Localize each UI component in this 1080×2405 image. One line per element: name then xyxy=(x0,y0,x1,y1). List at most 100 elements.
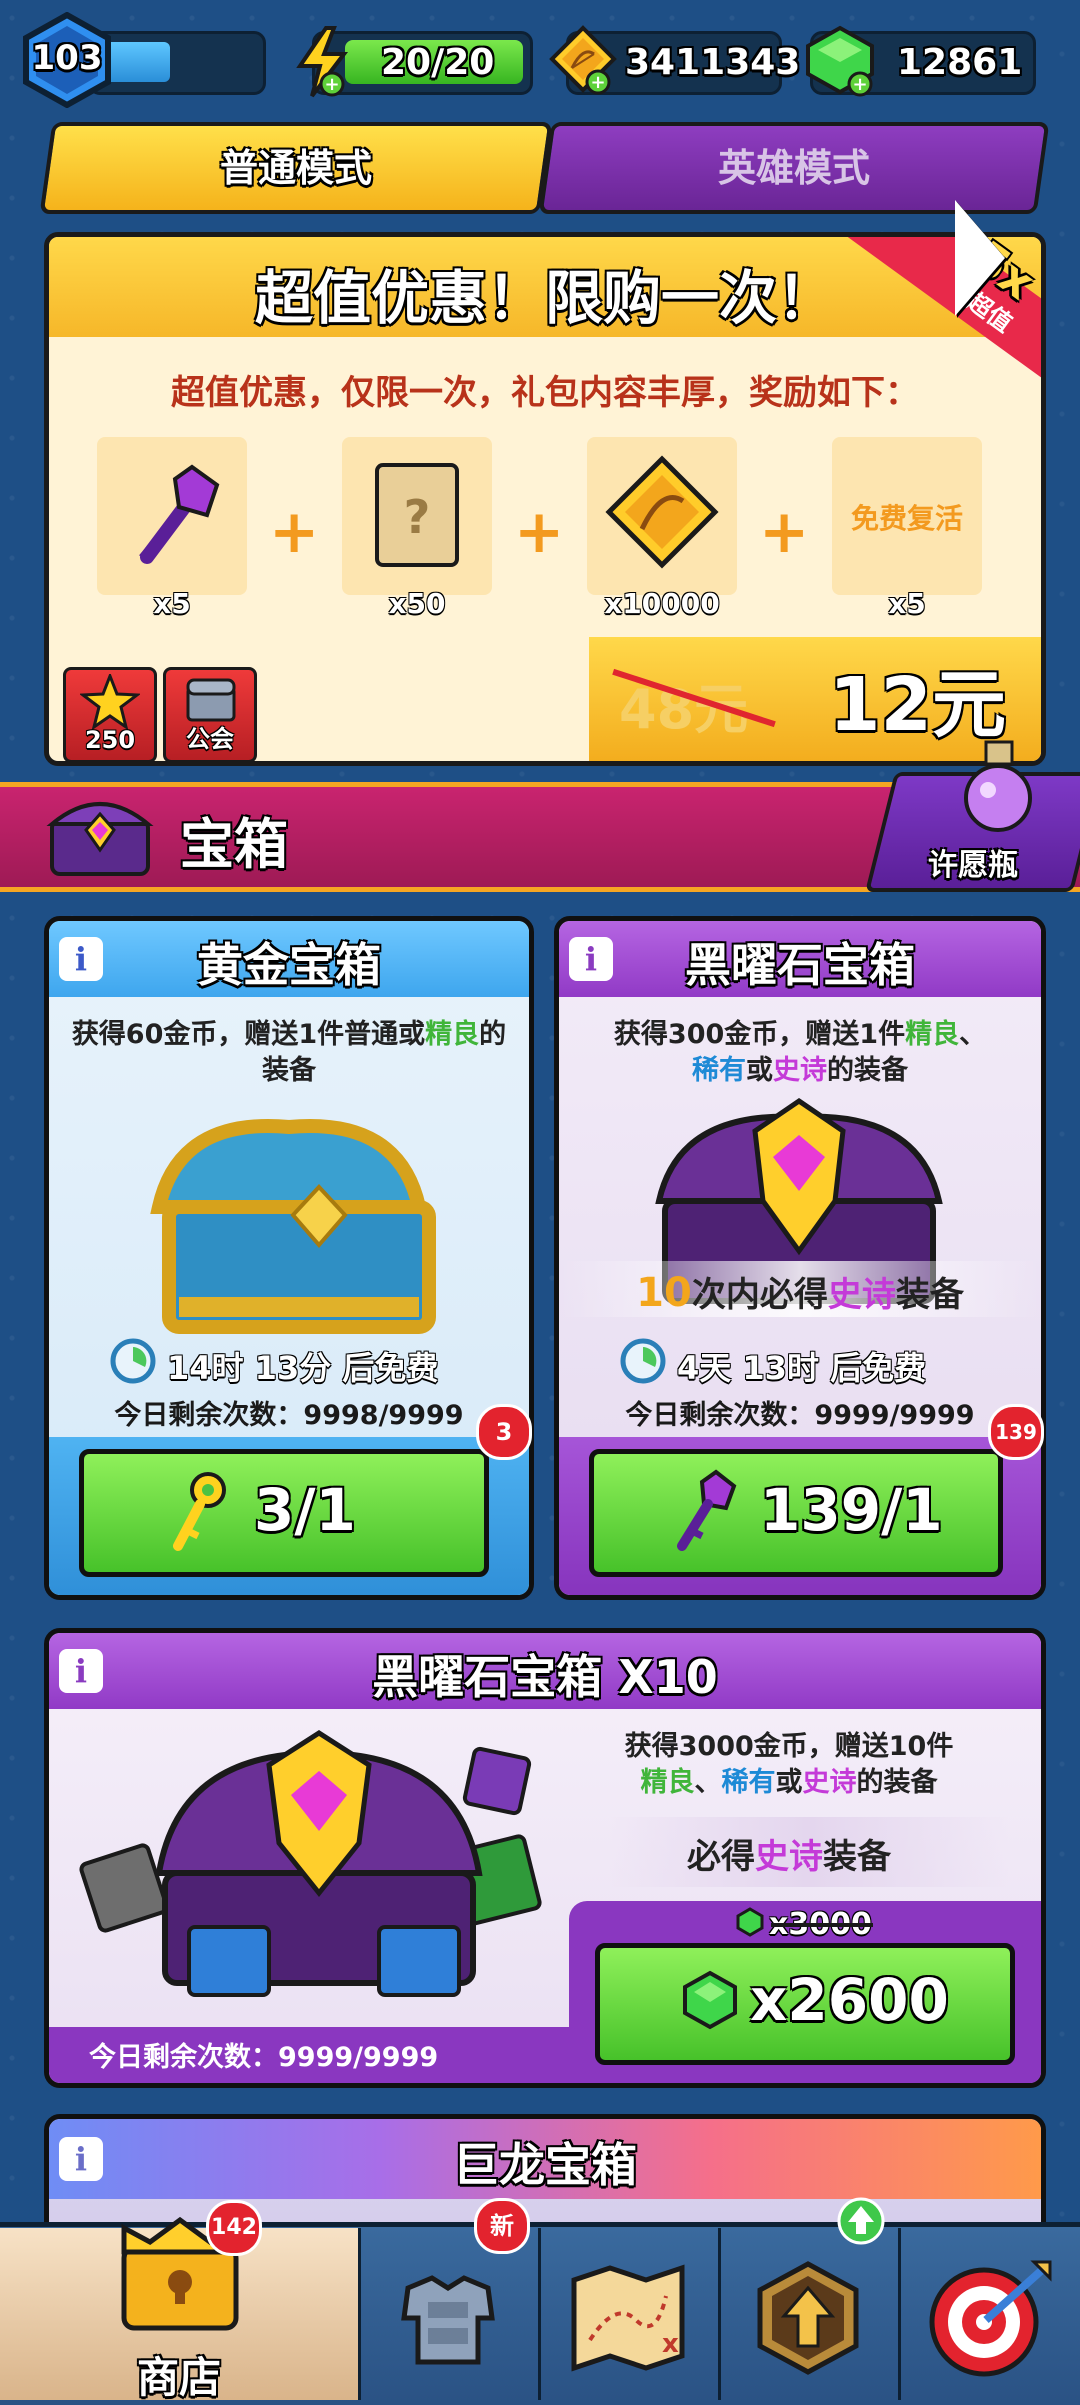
badge-guild-label: 公会 xyxy=(186,725,234,753)
obsidian-x10-title: 黑曜石宝箱 X10 xyxy=(372,1650,718,1704)
bow-coin-icon: + xyxy=(549,25,617,95)
energy-value: 20/20 xyxy=(381,42,495,83)
offer-item-qty: x50 xyxy=(388,587,446,620)
offer-item-revive[interactable]: 免费复活 xyxy=(832,437,982,595)
svg-text:x: x xyxy=(662,2329,679,2359)
clock-icon xyxy=(620,1338,666,1384)
offer-item-key[interactable] xyxy=(97,437,247,595)
desc-quality-green: 精良 xyxy=(425,1019,480,1050)
wish-bottle-label: 许愿瓶 xyxy=(928,848,1018,883)
gem-value: 12861 xyxy=(897,42,1023,83)
revive-icon: 免费复活 xyxy=(850,502,963,535)
gem-icon xyxy=(683,1970,737,2030)
shop-badge: 142 xyxy=(206,2200,262,2256)
desc-text: 获得300金币，赠送1件 xyxy=(613,1019,906,1050)
desc-quality-purple: 史诗 xyxy=(773,1055,827,1086)
desc-text: 、 xyxy=(694,1767,722,1798)
limited-offer-card[interactable]: 超值优惠！限购一次！ 5x 超值 超值优惠，仅限一次，礼包内容丰厚，奖励如下： … xyxy=(44,232,1046,766)
gold-chest-button-label: 3/1 xyxy=(254,1476,356,1544)
obsidian-x10-price: x2600 xyxy=(750,1966,949,2034)
svg-text:?: ? xyxy=(404,490,431,544)
coin-value: 3411343 xyxy=(625,42,801,83)
obsidian-x10-guarantee: 必得史诗装备 xyxy=(569,1829,1009,1878)
gold-key-icon xyxy=(173,1472,226,1551)
badge-guild: 公会 xyxy=(163,667,257,761)
plus-icon: + xyxy=(759,497,810,567)
wish-bottle-icon xyxy=(964,740,1032,832)
gold-chest-card[interactable]: i 黄金宝箱 获得60金币，赠送1件普通或精良的装备 14时 13分 后免费 今… xyxy=(44,916,534,1600)
purple-key-icon xyxy=(139,464,220,564)
obsidian-chest-timer: 4天 13时 后免费 xyxy=(677,1349,927,1387)
desc-text: 获得3000金币，赠送10件 xyxy=(624,1731,954,1762)
desc-text: 获得60金币，赠送1件普通或 xyxy=(71,1019,426,1050)
target-icon xyxy=(929,2260,1052,2377)
nav-map[interactable]: x xyxy=(538,2228,721,2400)
desc-text: 的装备 xyxy=(856,1767,938,1798)
obsidian-x10-buy-button[interactable]: x2600 xyxy=(595,1943,1015,2065)
armor-new-badge: 新 xyxy=(474,2198,530,2254)
nav-armor[interactable] xyxy=(358,2228,541,2400)
tab-normal-mode[interactable]: 普通模式 xyxy=(39,122,553,214)
clock-icon xyxy=(110,1338,156,1384)
guarantee-text: 装备 xyxy=(823,1837,891,1877)
obsidian-chest-badge: 139 xyxy=(988,1404,1044,1460)
armor-icon xyxy=(401,2275,495,2365)
xp-bar-fill xyxy=(103,42,170,82)
obsidian-chest-description: 获得300金币，赠送1件精良、 稀有或史诗的装备 xyxy=(575,1017,1025,1089)
obsidian-x10-chest-icon xyxy=(79,1730,542,1997)
svg-text:+: + xyxy=(852,74,867,95)
nav-target[interactable] xyxy=(898,2228,1080,2400)
guarantee-text: 次内必得 xyxy=(691,1275,828,1315)
obsidian-chest-button-label: 139/1 xyxy=(760,1476,943,1544)
plus-icon: + xyxy=(269,497,320,567)
dragon-chest-title: 巨龙宝箱 xyxy=(453,2138,637,2192)
obsidian-chest-open-button[interactable]: 139/1 xyxy=(589,1449,1003,1577)
svg-text:+: + xyxy=(324,74,339,95)
upgrade-icon xyxy=(757,2261,859,2375)
obsidian-guarantee: 10次内必得史诗装备 xyxy=(559,1267,1041,1316)
svg-text:+: + xyxy=(590,72,605,93)
guarantee-text: 必得 xyxy=(687,1837,755,1877)
offer-item-qty: x5 xyxy=(153,587,191,620)
obsidian-x10-card[interactable]: i 黑曜石宝箱 X10 获得3000金币，赠送10件 精良、稀有或史诗的装备 必得… xyxy=(44,1628,1046,2088)
lightning-icon: + xyxy=(296,26,349,98)
desc-quality-blue: 稀有 xyxy=(721,1767,776,1798)
bow-token-icon xyxy=(605,455,719,569)
gold-chest-remaining: 今日剩余次数：9998/9999 xyxy=(114,1400,464,1431)
desc-text: 、 xyxy=(959,1019,987,1050)
guarantee-quality: 史诗 xyxy=(755,1837,823,1877)
desc-text: 的装备 xyxy=(827,1055,908,1086)
offer-item-scroll[interactable]: ? xyxy=(342,437,492,595)
desc-quality-purple: 史诗 xyxy=(802,1767,857,1798)
desc-quality-green: 精良 xyxy=(905,1019,960,1050)
guild-chest-icon xyxy=(186,678,236,722)
gold-chest-open-button[interactable]: 3/1 xyxy=(79,1449,489,1577)
chest-section-icon xyxy=(46,802,154,876)
obsidian-x10-remaining: 今日剩余次数：9999/9999 xyxy=(89,2042,439,2073)
guarantee-quality: 史诗 xyxy=(827,1275,896,1315)
nav-shop-label: 商店 xyxy=(136,2353,221,2402)
offer-item-coins[interactable] xyxy=(587,437,737,595)
desc-quality-green: 精良 xyxy=(640,1767,695,1798)
gold-chest-title: 黄金宝箱 xyxy=(197,938,381,992)
gold-chest-timer: 14时 13分 后免费 xyxy=(167,1349,439,1387)
offer-item-qty: x5 xyxy=(888,587,926,620)
star-icon xyxy=(80,674,140,730)
desc-quality-blue: 稀有 xyxy=(692,1055,746,1086)
tab-hero-label: 英雄模式 xyxy=(717,146,870,190)
plus-icon: + xyxy=(514,497,565,567)
offer-item-qty: x10000 xyxy=(604,587,720,620)
obsidian-chest-title: 黑曜石宝箱 xyxy=(685,938,915,992)
badge-star-label: 250 xyxy=(84,726,136,754)
badge-star: 250 xyxy=(63,667,157,761)
guarantee-number: 10 xyxy=(636,1270,692,1316)
upgrade-available-icon xyxy=(837,2197,885,2245)
gem-icon: + xyxy=(806,25,874,97)
next-arrow-icon[interactable] xyxy=(955,200,1005,316)
scroll-icon: ? xyxy=(375,463,459,567)
purple-key-icon xyxy=(677,1469,737,1551)
old-price-strikethrough xyxy=(771,1923,873,1927)
nav-upgrade[interactable] xyxy=(718,2228,901,2400)
offer-subtitle: 超值优惠，仅限一次，礼包内容丰厚，奖励如下： xyxy=(171,373,919,413)
obsidian-chest-card[interactable]: i 黑曜石宝箱 获得300金币，赠送1件精良、 稀有或史诗的装备 10次内必得史诗… xyxy=(554,916,1046,1600)
